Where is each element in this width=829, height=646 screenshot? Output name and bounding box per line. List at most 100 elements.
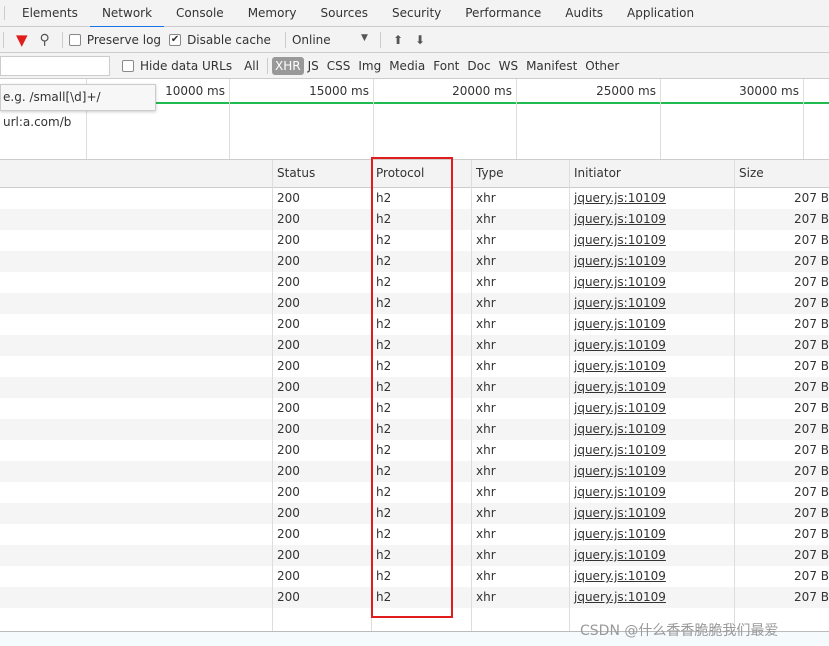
cell-size: 207 B <box>794 506 829 520</box>
timeline-gridline <box>660 79 661 159</box>
column-header-size[interactable]: Size <box>734 160 764 187</box>
cell-status: 200 <box>277 401 300 415</box>
cell-size: 207 B <box>794 380 829 394</box>
cell-status: 200 <box>277 296 300 310</box>
network-toolbar: ▼ ⚲ Preserve log ✔ Disable cache Online ▼ … <box>0 27 829 53</box>
filter-tooltip: e.g. /small[\d]+/ url:a.com/b <box>0 84 156 129</box>
cell-initiator[interactable]: jquery.js:10109 <box>569 356 666 377</box>
cell-initiator[interactable]: jquery.js:10109 <box>569 293 666 314</box>
column-divider[interactable] <box>569 160 570 631</box>
timeline-tick: 15000 ms <box>309 84 369 98</box>
cell-status: 200 <box>277 548 300 562</box>
filter-type-css[interactable]: CSS <box>323 59 355 73</box>
cell-type: xhr <box>476 254 496 268</box>
export-har-icon[interactable]: ⬇ <box>415 33 425 47</box>
cell-type: xhr <box>476 506 496 520</box>
cell-type: xhr <box>476 296 496 310</box>
cell-status: 200 <box>277 338 300 352</box>
filter-input[interactable] <box>0 55 110 76</box>
cell-initiator[interactable]: jquery.js:10109 <box>569 545 666 566</box>
cell-status: 200 <box>277 464 300 478</box>
cell-initiator[interactable]: jquery.js:10109 <box>569 314 666 335</box>
filter-type-ws[interactable]: WS <box>495 59 522 73</box>
cell-status: 200 <box>277 590 300 604</box>
cell-initiator[interactable]: jquery.js:10109 <box>569 419 666 440</box>
cell-type: xhr <box>476 422 496 436</box>
search-icon[interactable]: ⚲ <box>40 32 50 48</box>
filter-bar: Hide data URLs All XHR JS CSS Img Media Font Do… <box>0 53 829 79</box>
tab-memory[interactable]: Memory <box>236 0 309 27</box>
cell-initiator[interactable]: jquery.js:10109 <box>569 230 666 251</box>
cell-size: 207 B <box>794 275 829 289</box>
cell-size: 207 B <box>794 527 829 541</box>
filter-type-doc[interactable]: Doc <box>463 59 494 73</box>
timeline-gridline <box>803 79 804 159</box>
cell-size: 207 B <box>794 233 829 247</box>
cell-type: xhr <box>476 212 496 226</box>
cell-size: 207 B <box>794 359 829 373</box>
filter-type-img[interactable]: Img <box>354 59 385 73</box>
filter-type-media[interactable]: Media <box>385 59 429 73</box>
watermark: CSDN @什么香香脆脆我们最爱 <box>580 623 779 639</box>
filter-type-other[interactable]: Other <box>581 59 623 73</box>
cell-type: xhr <box>476 590 496 604</box>
cell-status: 200 <box>277 317 300 331</box>
column-divider[interactable] <box>471 160 472 631</box>
cell-initiator[interactable]: jquery.js:10109 <box>569 524 666 545</box>
filter-icon[interactable]: ▼ <box>16 31 28 49</box>
cell-size: 207 B <box>794 443 829 457</box>
timeline-tick: 30000 ms <box>739 84 799 98</box>
cell-initiator[interactable]: jquery.js:10109 <box>569 587 666 608</box>
cell-status: 200 <box>277 275 300 289</box>
cell-size: 207 B <box>794 317 829 331</box>
tab-network[interactable]: Network <box>89 0 165 28</box>
cell-initiator[interactable]: jquery.js:10109 <box>569 440 666 461</box>
cell-initiator[interactable]: jquery.js:10109 <box>569 503 666 524</box>
disable-cache-checkbox[interactable]: ✔ Disable cache <box>169 33 271 47</box>
timeline-bar <box>150 102 829 104</box>
column-divider[interactable] <box>734 160 735 631</box>
cell-size: 207 B <box>794 485 829 499</box>
column-header-initiator[interactable]: Initiator <box>569 160 621 187</box>
cell-initiator[interactable]: jquery.js:10109 <box>569 482 666 503</box>
preserve-log-checkbox[interactable]: Preserve log <box>68 33 161 47</box>
filter-type-manifest[interactable]: Manifest <box>522 59 581 73</box>
cell-initiator[interactable]: jquery.js:10109 <box>569 398 666 419</box>
filter-type-xhr[interactable]: XHR <box>271 56 304 75</box>
cell-status: 200 <box>277 233 300 247</box>
cell-size: 207 B <box>794 422 829 436</box>
tab-sources[interactable]: Sources <box>309 0 380 27</box>
import-har-icon[interactable]: ⬆ <box>393 33 403 47</box>
tab-performance[interactable]: Performance <box>453 0 553 27</box>
cell-initiator[interactable]: jquery.js:10109 <box>569 251 666 272</box>
tab-console[interactable]: Console <box>164 0 236 27</box>
cell-type: xhr <box>476 359 496 373</box>
filter-type-font[interactable]: Font <box>429 59 463 73</box>
protocol-highlight-box <box>371 157 453 618</box>
cell-initiator[interactable]: jquery.js:10109 <box>569 335 666 356</box>
throttle-select[interactable]: Online ▼ <box>292 33 368 47</box>
cell-initiator[interactable]: jquery.js:10109 <box>569 209 666 230</box>
column-divider[interactable] <box>272 160 273 631</box>
cell-status: 200 <box>277 443 300 457</box>
filter-type-all[interactable]: All <box>240 59 263 73</box>
cell-size: 207 B <box>794 548 829 562</box>
hide-data-urls-checkbox[interactable]: Hide data URLs <box>122 59 232 73</box>
column-header-status[interactable]: Status <box>272 160 315 187</box>
cell-initiator[interactable]: jquery.js:10109 <box>569 566 666 587</box>
cell-status: 200 <box>277 422 300 436</box>
filter-type-js[interactable]: JS <box>304 59 323 73</box>
tab-security[interactable]: Security <box>380 0 453 27</box>
cell-initiator[interactable]: jquery.js:10109 <box>569 461 666 482</box>
cell-size: 207 B <box>794 212 829 226</box>
cell-type: xhr <box>476 380 496 394</box>
cell-size: 207 B <box>794 569 829 583</box>
tab-application[interactable]: Application <box>615 0 706 27</box>
cell-type: xhr <box>476 317 496 331</box>
column-header-type[interactable]: Type <box>471 160 504 187</box>
tab-elements[interactable]: Elements <box>10 0 90 27</box>
cell-initiator[interactable]: jquery.js:10109 <box>569 272 666 293</box>
cell-initiator[interactable]: jquery.js:10109 <box>569 188 666 209</box>
cell-initiator[interactable]: jquery.js:10109 <box>569 377 666 398</box>
tab-audits[interactable]: Audits <box>553 0 615 27</box>
